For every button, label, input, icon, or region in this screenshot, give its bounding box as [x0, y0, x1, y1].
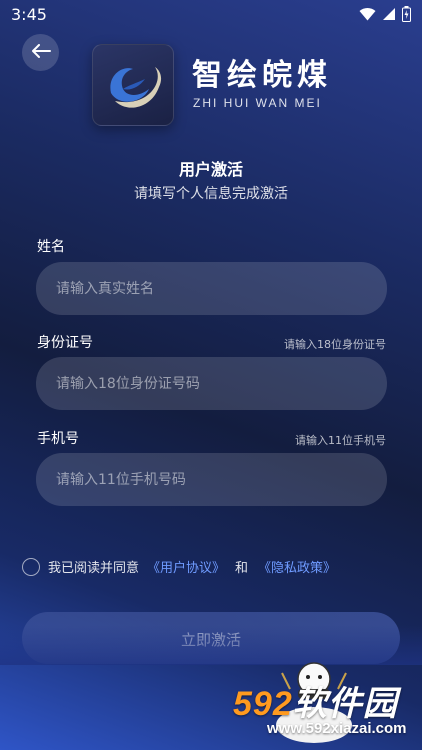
arrow-left-icon — [31, 43, 51, 62]
back-button[interactable] — [22, 34, 59, 71]
brand-title: 智绘皖煤 — [192, 58, 332, 93]
phone-hint: 请输入11位手机号 — [295, 434, 386, 447]
watermark-url: www.592xiazai.com — [267, 720, 407, 737]
page-subtitle: 请填写个人信息完成激活 — [134, 186, 288, 202]
id-card-hint: 请输入18位身份证号 — [284, 338, 386, 351]
status-bar: 3:45 — [0, 0, 422, 30]
brand-subtitle: ZHI HUI WAN MEI — [193, 96, 322, 110]
phone-input[interactable] — [36, 453, 387, 506]
id-card-label: 身份证号 — [37, 335, 93, 351]
agreement-and: 和 — [235, 561, 249, 576]
name-input[interactable] — [36, 262, 387, 315]
status-icons — [359, 6, 411, 22]
logo-swoosh-icon — [110, 67, 162, 108]
watermark-number: 592 — [233, 685, 293, 723]
app-logo — [92, 44, 174, 126]
agreement-row: 我已阅读并同意 《用户协议》 和 《隐私政策》 — [22, 557, 336, 576]
status-time: 3:45 — [11, 5, 47, 24]
watermark: 592软件园 www.592xiazai.com — [233, 676, 419, 746]
name-label: 姓名 — [37, 239, 65, 255]
id-card-input[interactable] — [36, 357, 387, 410]
privacy-policy-link[interactable]: 《隐私政策》 — [258, 557, 336, 576]
watermark-brand-text: 软件园 — [292, 685, 398, 723]
signal-icon — [382, 7, 396, 21]
agreement-prefix: 我已阅读并同意 — [48, 561, 140, 576]
watermark-brand: 592软件园 — [233, 676, 398, 725]
user-agreement-link[interactable]: 《用户协议》 — [147, 557, 225, 576]
phone-label: 手机号 — [37, 431, 79, 447]
page-title: 用户激活 — [178, 160, 243, 179]
wifi-icon — [359, 7, 376, 21]
battery-icon — [402, 6, 411, 22]
agreement-checkbox[interactable] — [22, 557, 40, 576]
